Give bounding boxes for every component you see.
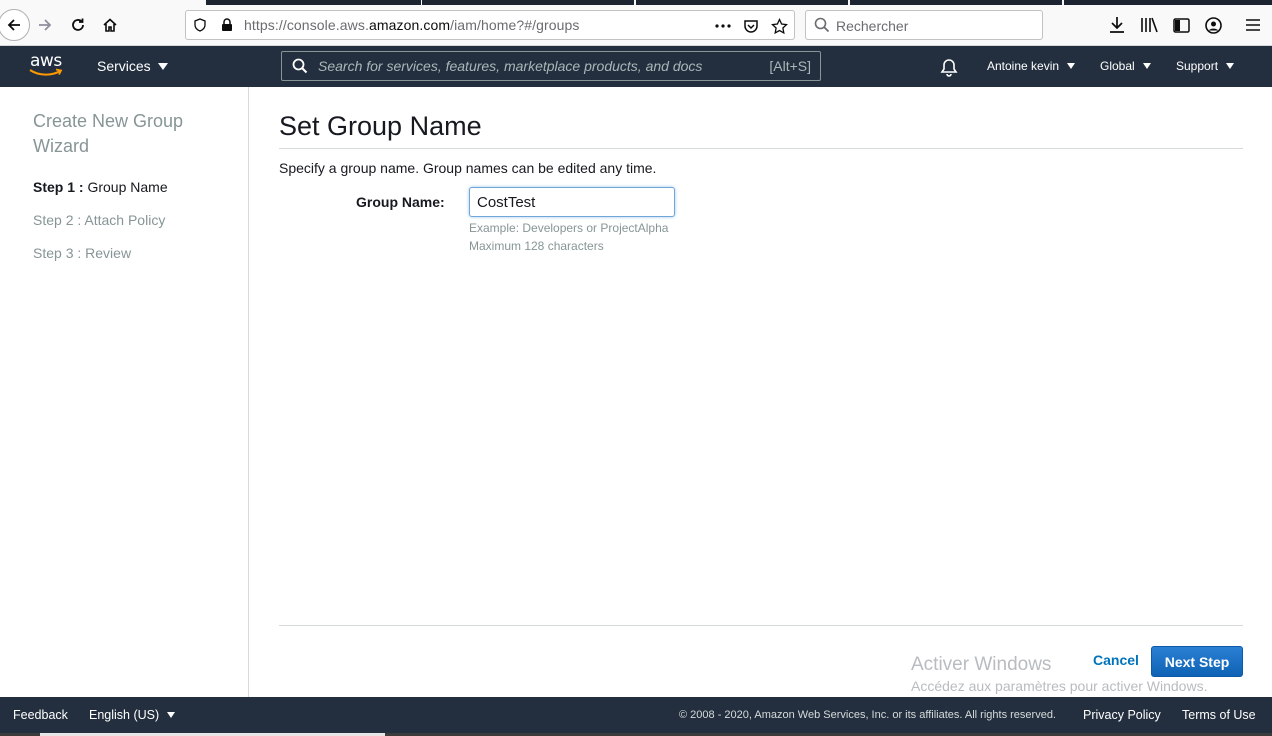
library-icon[interactable] [1139, 15, 1159, 35]
menu-icon[interactable] [1243, 15, 1263, 35]
more-actions-icon[interactable] [714, 17, 732, 35]
browser-toolbar: https://console.aws.amazon.com/iam/home?… [0, 5, 1272, 46]
caret-down-icon [1067, 63, 1076, 69]
home-button[interactable] [95, 10, 125, 40]
reload-icon [72, 18, 84, 31]
back-button[interactable] [0, 9, 30, 41]
aws-logo[interactable]: aws [28, 51, 68, 80]
download-icon[interactable] [1107, 15, 1127, 35]
pocket-icon[interactable] [742, 17, 760, 35]
language-selector[interactable]: English (US) [89, 708, 176, 722]
group-name-max-length: Maximum 128 characters [469, 239, 604, 253]
group-name-label: Group Name: [356, 194, 445, 210]
browser-search-bar[interactable]: Rechercher [805, 10, 1043, 40]
address-bar[interactable]: https://console.aws.amazon.com/iam/home?… [185, 10, 795, 40]
console-footer: Feedback English (US) © 2008 - 2020, Ama… [0, 697, 1272, 736]
account-icon[interactable] [1203, 15, 1223, 35]
aws-search-placeholder: Search for services, features, marketpla… [318, 58, 703, 74]
caret-down-icon [1226, 63, 1235, 69]
wizard-step-group-name[interactable]: Step 1 : Group Name [33, 179, 168, 195]
url-text: https://console.aws.amazon.com/iam/home?… [244, 17, 580, 33]
caret-down-icon [167, 712, 176, 718]
search-icon [814, 17, 830, 38]
aws-console-header: aws Services Search for services, featur… [0, 46, 1272, 87]
wizard-step-attach-policy[interactable]: Step 2 : Attach Policy [33, 212, 165, 228]
description: Specify a group name. Group names can be… [279, 160, 657, 176]
wizard-title: Create New Group Wizard [33, 111, 184, 156]
bell-icon[interactable] [939, 57, 959, 82]
sidebar-icon[interactable] [1171, 15, 1191, 35]
divider [279, 148, 1243, 149]
reload-button[interactable] [63, 10, 93, 40]
caret-down-icon [157, 62, 168, 70]
terms-of-use-link[interactable]: Terms of Use [1182, 708, 1256, 722]
arrow-left-icon [7, 19, 20, 31]
group-name-example: Example: Developers or ProjectAlpha [469, 221, 669, 235]
smile-arrow-icon [29, 68, 63, 76]
search-shortcut: [Alt+S] [769, 58, 811, 74]
home-icon [103, 18, 117, 32]
feedback-link[interactable]: Feedback [13, 708, 68, 722]
caret-down-icon [1142, 63, 1151, 69]
account-menu[interactable]: Antoine kevin [987, 59, 1076, 73]
shield-icon[interactable] [192, 17, 208, 33]
aws-search-input[interactable]: Search for services, features, marketpla… [281, 51, 821, 81]
support-menu[interactable]: Support [1176, 59, 1235, 73]
services-menu[interactable]: Services [97, 58, 168, 74]
cancel-button[interactable]: Cancel [1093, 652, 1139, 668]
region-menu[interactable]: Global [1100, 59, 1151, 73]
next-step-button[interactable]: Next Step [1151, 646, 1243, 677]
wizard-sidebar: Create New Group Wizard Step 1 : Group N… [0, 87, 249, 697]
search-icon [292, 58, 308, 79]
forward-button[interactable] [30, 10, 60, 40]
bookmark-star-icon[interactable] [770, 17, 788, 35]
copyright-text: © 2008 - 2020, Amazon Web Services, Inc.… [679, 709, 1056, 721]
group-name-input[interactable] [469, 187, 675, 217]
divider [279, 625, 1243, 626]
browser-search-placeholder: Rechercher [836, 18, 909, 34]
privacy-policy-link[interactable]: Privacy Policy [1083, 708, 1161, 722]
lock-icon[interactable] [219, 17, 235, 33]
arrow-right-icon [39, 19, 52, 31]
page-title: Set Group Name [279, 111, 482, 141]
wizard-main: Set Group Name Specify a group name. Gro… [279, 87, 1243, 697]
wizard-step-review[interactable]: Step 3 : Review [33, 245, 131, 261]
